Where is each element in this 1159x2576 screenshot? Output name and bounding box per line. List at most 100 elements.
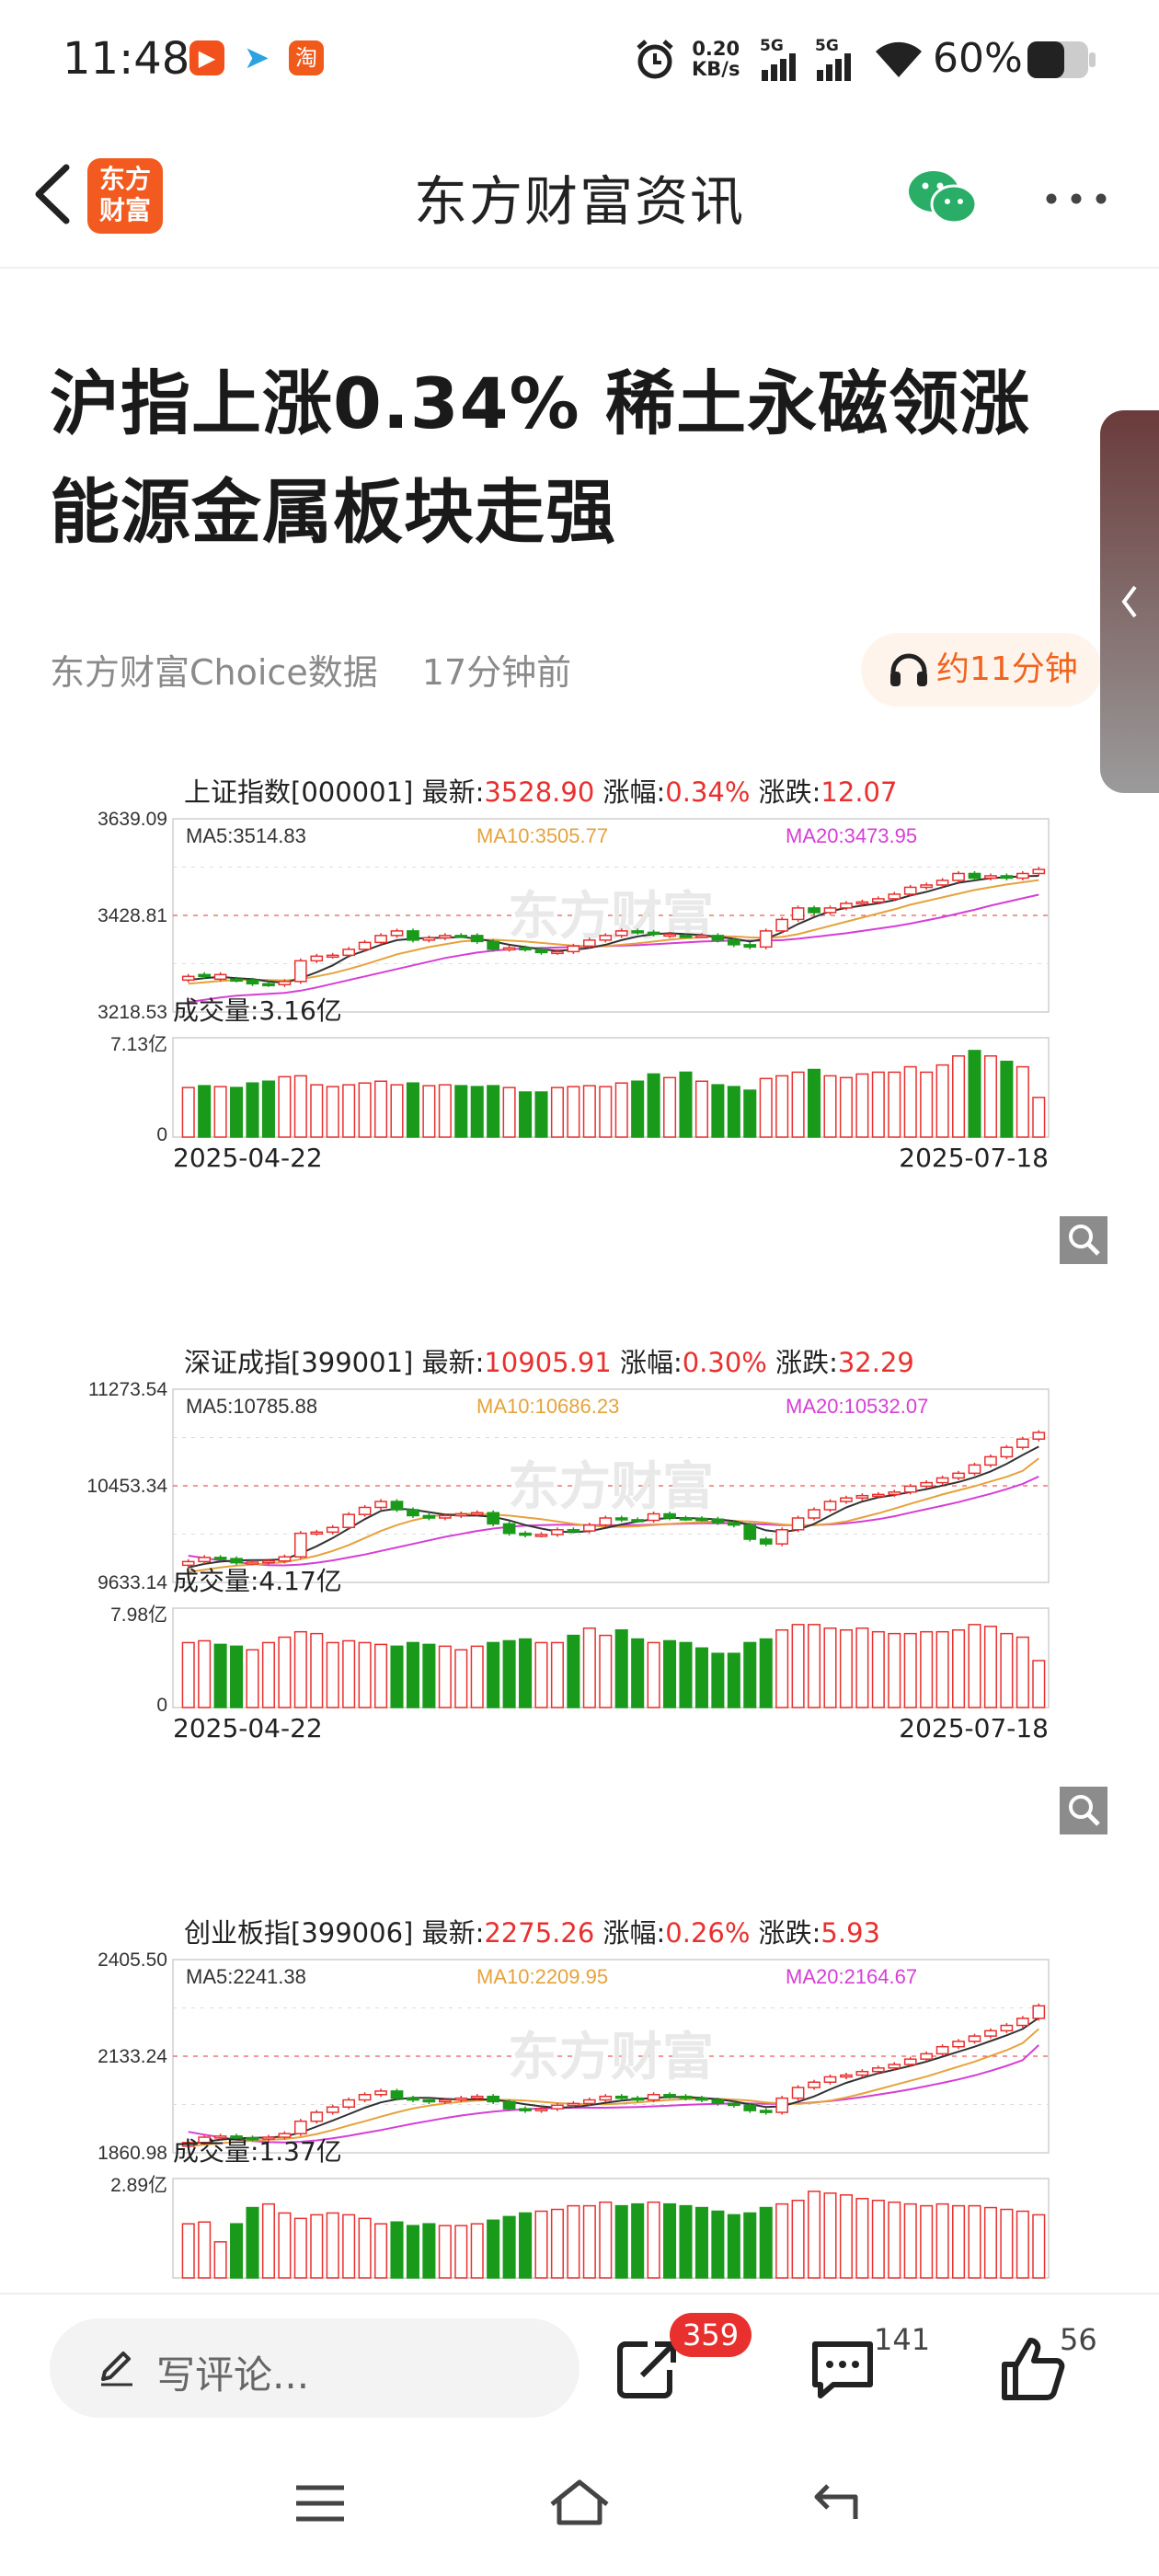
side-drawer-tab[interactable]: [1100, 410, 1159, 793]
candle-body: [791, 907, 805, 921]
ma-legend-label: MA10:10686.23: [476, 1395, 619, 1418]
app-header: 东方 财富 东方财富资讯: [0, 120, 1159, 269]
volume-bar: [743, 1641, 757, 1708]
volume-bar: [502, 1087, 516, 1138]
volume-bar: [534, 1641, 548, 1708]
candle-body: [374, 1501, 387, 1509]
candle-body: [310, 2111, 324, 2122]
volume-bar: [823, 1627, 837, 1708]
volume-bar: [534, 1091, 548, 1138]
candle-body: [952, 2041, 965, 2048]
article-source[interactable]: 东方财富Choice数据: [50, 652, 378, 693]
chart-chinext-index[interactable]: 创业板指[399006] 最新:2275.26 涨幅:0.26% 涨跌:5.93…: [74, 1912, 1113, 2293]
volume-bar: [855, 1073, 869, 1138]
candle-body: [663, 1512, 676, 1519]
volume-bar: [1032, 1097, 1046, 1138]
chart-svg: 东方财富 2405.50 2133.24 1860.98 MA5:2241.38 MA10…: [98, 1949, 1050, 2279]
volume-bar: [791, 1624, 805, 1708]
like-icon[interactable]: [995, 2331, 1069, 2405]
comment-icon[interactable]: [806, 2331, 879, 2405]
candle-body: [823, 907, 837, 914]
candle-body: [711, 935, 725, 941]
candle-body: [262, 1559, 275, 1564]
volume-bar: [871, 2199, 885, 2279]
more-dots-icon[interactable]: [1044, 191, 1108, 206]
candle-body: [487, 2095, 500, 2103]
candle-body: [582, 1524, 596, 1532]
volume-bar: [278, 1636, 292, 1708]
volume-bar: [278, 2212, 292, 2279]
candle-body: [551, 950, 564, 955]
search-icon: [1069, 1225, 1100, 1256]
app-icon-orange: ▶: [189, 40, 224, 75]
volume-bar: [823, 2192, 837, 2279]
volume-bar: [647, 2201, 660, 2279]
watermark: 东方财富: [508, 1457, 714, 1517]
candle-body: [1000, 875, 1014, 880]
volume-bar: [454, 1085, 468, 1138]
sim1-type: 5G: [760, 37, 784, 55]
volume-bar: [663, 2202, 677, 2279]
candle-body: [567, 945, 580, 953]
candle-body: [759, 2110, 773, 2113]
candle-body: [278, 981, 292, 986]
zoom-magnifier-button[interactable]: [1060, 1787, 1107, 1834]
volume-bar: [567, 1634, 580, 1708]
volume-bar: [550, 1087, 564, 1138]
share-count-badge: 359: [670, 2313, 752, 2357]
volume-bar: [470, 2223, 484, 2279]
candle-body: [808, 1509, 820, 1519]
candle-body: [534, 1534, 548, 1537]
wechat-icon[interactable]: [906, 166, 980, 230]
candle-body: [519, 1532, 532, 1536]
volume-bar: [1000, 1632, 1014, 1708]
volume-bar: [470, 1086, 484, 1138]
candle-body: [407, 1509, 419, 1517]
candle-body: [663, 933, 676, 937]
volume-bar: [1000, 1060, 1014, 1138]
zoom-magnifier-button[interactable]: [1060, 1216, 1107, 1264]
volume-bar: [599, 1086, 613, 1138]
ma-legend-label: MA20:3473.95: [786, 824, 917, 847]
candle-body: [246, 1561, 259, 1565]
volume-bar: [390, 1645, 404, 1708]
status-bar: 11:48 ▶ ➤ 淘 0.20 KB/s 5G 5G 60%: [0, 0, 1159, 120]
volume-bar: [711, 1652, 725, 1708]
candle-body: [487, 940, 500, 950]
menu-icon[interactable]: [293, 2480, 348, 2526]
volume-bar: [454, 2225, 468, 2279]
volume-bar: [775, 1075, 789, 1138]
candle-body: [374, 935, 387, 944]
pencil-icon: [101, 2352, 132, 2386]
volume-tick-label: 7.13亿: [110, 1034, 167, 1055]
volume-label: 成交量:1.37亿: [173, 2136, 342, 2167]
volume-bar: [390, 2221, 404, 2279]
volume-tick-label: 7.98亿: [110, 1604, 167, 1626]
system-nav-bar: [0, 2440, 1159, 2576]
chart-shanghai-index[interactable]: 上证指数[000001] 最新:3528.90 涨幅:0.34% 涨跌:12.0…: [74, 771, 1113, 1286]
clock: 11:48: [63, 33, 190, 85]
back-icon[interactable]: [809, 2478, 865, 2526]
volume-bar: [983, 2206, 997, 2279]
y-tick-label: 3639.09: [98, 809, 167, 830]
volume-bar: [519, 1638, 533, 1708]
y-tick-label: 9633.14: [98, 1572, 167, 1593]
volume-bar: [839, 1076, 853, 1138]
telegram-icon: ➤: [239, 40, 274, 75]
volume-bar: [406, 1641, 419, 1708]
volume-bar: [1032, 1660, 1046, 1708]
volume-bar: [278, 1075, 292, 1138]
volume-bar: [582, 1627, 596, 1708]
volume-bar: [647, 1641, 660, 1708]
chart-shenzhen-index[interactable]: 深证成指[399001] 最新:10905.91 涨幅:0.30% 涨跌:32.…: [74, 1341, 1113, 1857]
candle-body: [984, 1455, 997, 1466]
comment-input[interactable]: 写评论...: [50, 2318, 580, 2418]
candle-body: [358, 1506, 372, 1515]
audio-play-button[interactable]: 约11分钟: [861, 633, 1102, 707]
candle-body: [631, 1519, 645, 1523]
home-icon[interactable]: [548, 2477, 611, 2528]
ma-legend-label: MA20:2164.67: [786, 1965, 917, 1988]
volume-bar: [775, 2202, 789, 2279]
y-tick-label: 2405.50: [98, 1949, 167, 1971]
volume-bar: [871, 1630, 885, 1708]
